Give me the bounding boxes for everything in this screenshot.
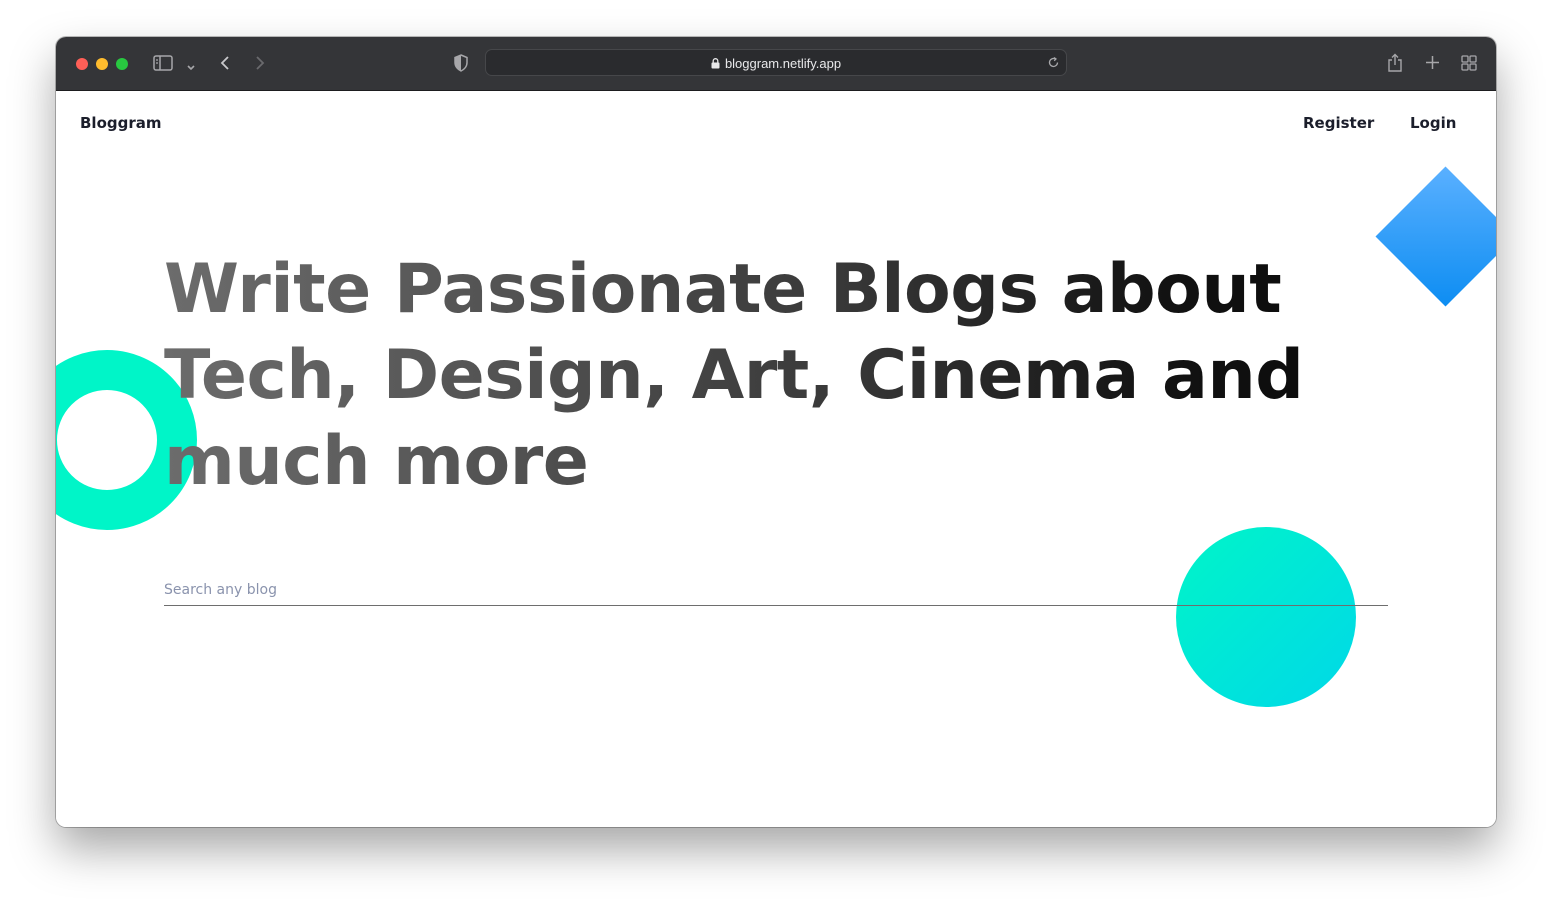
address-text: bloggram.netlify.app xyxy=(486,56,1066,72)
web-page: Bloggram Register Login Write Passionate… xyxy=(56,91,1496,827)
login-link[interactable]: Login xyxy=(1410,114,1456,132)
minimize-window-button[interactable] xyxy=(96,58,108,70)
chevron-down-icon[interactable] xyxy=(186,59,196,75)
lock-icon xyxy=(711,57,720,72)
sidebar-icon[interactable] xyxy=(153,55,173,74)
shield-icon[interactable] xyxy=(454,54,468,75)
forward-icon[interactable] xyxy=(254,55,266,74)
decorative-diamond xyxy=(1375,166,1496,307)
maximize-window-button[interactable] xyxy=(116,58,128,70)
url-label: bloggram.netlify.app xyxy=(724,56,842,71)
brand-logo[interactable]: Bloggram xyxy=(80,114,162,132)
share-icon[interactable] xyxy=(1387,53,1403,76)
close-window-button[interactable] xyxy=(76,58,88,70)
hero-headline: Write Passionate Blogs about Tech, Desig… xyxy=(164,247,1344,505)
browser-window: bloggram.netlify.app Bloggram Register L… xyxy=(56,37,1496,827)
tab-overview-icon[interactable] xyxy=(1461,55,1477,74)
search-input[interactable] xyxy=(164,575,1388,606)
register-link[interactable]: Register xyxy=(1303,114,1374,132)
reload-icon[interactable] xyxy=(1047,56,1060,72)
browser-toolbar: bloggram.netlify.app xyxy=(56,37,1496,91)
address-bar[interactable]: bloggram.netlify.app xyxy=(485,49,1067,76)
new-tab-icon[interactable] xyxy=(1425,55,1440,73)
back-icon[interactable] xyxy=(219,55,231,74)
decorative-circle xyxy=(1176,527,1356,707)
